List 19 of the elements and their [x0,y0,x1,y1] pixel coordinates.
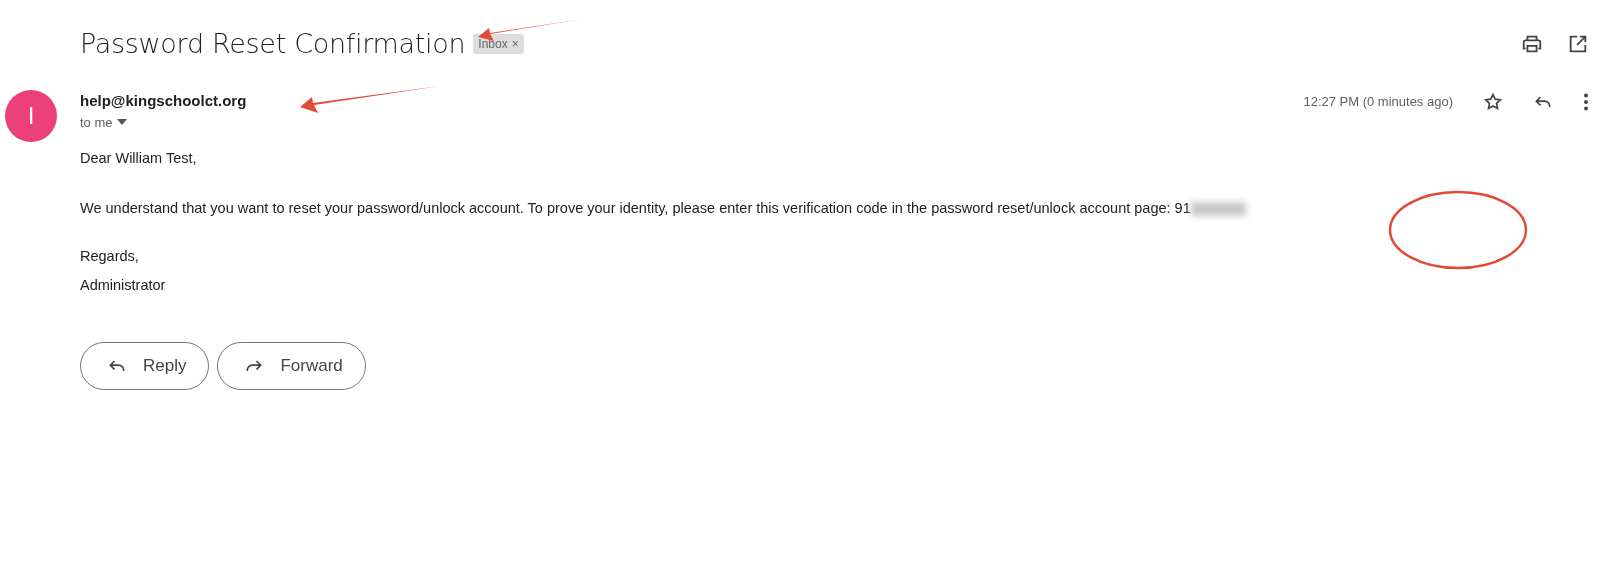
dropdown-caret-icon[interactable] [116,119,127,126]
inbox-label[interactable]: Inbox × [473,34,524,54]
star-icon[interactable] [1483,92,1503,112]
more-options-icon[interactable] [1583,93,1589,111]
timestamp: 12:27 PM (0 minutes ago) [1303,93,1453,112]
remove-label-button[interactable]: × [511,35,519,53]
message-paragraph: We understand that you want to reset your password/unlock account. To prove your identity, please enter this verification code in the password reset/unlock account page: 91 [80,199,1191,216]
signature-line: Regards, [80,247,139,264]
print-icon[interactable] [1521,33,1543,55]
sender-email: help@kingschoolct.org [80,91,247,111]
blurred-redaction [1190,201,1246,216]
signature-line: Administrator [80,276,166,293]
greeting-text: Dear William Test, [80,150,197,166]
email-subject: Password Reset Confirmation [80,26,466,61]
forward-button[interactable]: Forward [217,341,366,390]
open-in-new-window-icon[interactable] [1567,33,1589,55]
reply-button[interactable]: Reply [80,341,210,390]
recipient-text: to me [80,113,113,132]
sender-avatar: I [5,90,57,142]
